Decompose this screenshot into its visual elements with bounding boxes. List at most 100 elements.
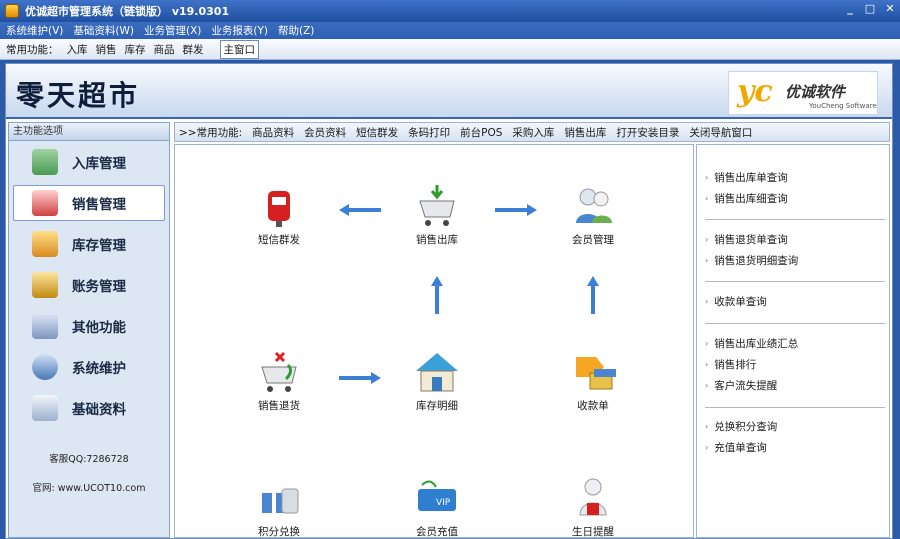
cart-return-icon — [254, 349, 304, 395]
maximize-button[interactable]: □ — [864, 3, 876, 15]
node-label: 积分兑换 — [258, 526, 300, 538]
quick-query-panel: › 销售出库单查询 › 销售出库细查询 › 销售退货单查询 › 销售退货明细查询 › 收款… — [696, 144, 890, 538]
toolbar-label: 常用功能： — [6, 43, 59, 56]
link-points-query[interactable]: › 兑换积分查询 — [697, 416, 889, 437]
store-name: 零天超市 — [16, 79, 141, 112]
link-sales-out-detail-query[interactable]: › 销售出库细查询 — [697, 188, 889, 209]
sidebar-item-accounts[interactable]: 账务管理 — [13, 267, 165, 303]
bullet-icon: › — [705, 297, 709, 306]
node-birthday-reminder[interactable]: 生日提醒 — [553, 475, 633, 539]
website: 官网: www.UCOT10.com — [32, 483, 146, 494]
money-magnifier-icon — [32, 272, 58, 298]
toolbar-sales[interactable]: 销售 — [96, 42, 117, 57]
sidebar-item-label: 账务管理 — [72, 279, 126, 295]
link-label: 销售退货单查询 — [714, 234, 788, 246]
quick-pos[interactable]: 前台POS — [460, 125, 502, 140]
logo-chinese: 优诚软件 — [785, 83, 846, 101]
flow-diagram: 短信群发 销售出库 会员管理 销售退货 库存明细 收款单 积分兑换 VIP 会员… — [174, 144, 694, 538]
sidebar-item-base-data[interactable]: 基础资料 — [13, 390, 165, 426]
sidebar-item-sales[interactable]: 销售管理 — [13, 185, 165, 221]
window-title: 优诚超市管理系统（链锁版） v19.0301 — [25, 5, 230, 18]
node-points-exchange[interactable]: 积分兑换 — [239, 475, 319, 539]
sidebar-item-label: 系统维护 — [72, 361, 126, 377]
link-sales-summary[interactable]: › 销售出库业绩汇总 — [697, 333, 889, 354]
link-recharge-query[interactable]: › 充值单查询 — [697, 437, 889, 458]
quick-close-nav[interactable]: 关闭导航窗口 — [689, 125, 752, 140]
divider — [705, 219, 885, 220]
node-sms-broadcast[interactable]: 短信群发 — [239, 183, 319, 247]
menu-help[interactable]: 帮助(Z) — [278, 23, 314, 38]
person-gift-icon — [568, 475, 618, 521]
link-return-query[interactable]: › 销售退货单查询 — [697, 229, 889, 250]
vip-card-icon: VIP — [412, 475, 462, 521]
link-sales-out-query[interactable]: › 销售出库单查询 — [697, 167, 889, 188]
menu-reports[interactable]: 业务报表(Y) — [211, 23, 268, 38]
gift-box-icon — [254, 475, 304, 521]
sidebar-item-label: 入库管理 — [72, 156, 126, 172]
node-label: 会员充值 — [416, 526, 458, 538]
arrow-up — [431, 276, 443, 314]
node-label: 库存明细 — [416, 400, 458, 412]
quick-open-dir[interactable]: 打开安装目录 — [616, 125, 679, 140]
node-label: 生日提醒 — [572, 526, 614, 538]
toolbar-inventory[interactable]: 库存 — [125, 42, 146, 57]
sidebar-header: 主功能选项 — [9, 123, 169, 141]
toolbar: 常用功能： 入库 销售 库存 商品 群发 主窗口 — [0, 39, 900, 60]
node-member-mgmt[interactable]: 会员管理 — [553, 183, 633, 247]
bullet-icon: › — [705, 381, 709, 390]
sidebar-item-system[interactable]: 系统维护 — [13, 349, 165, 385]
sidebar-item-stock-in[interactable]: 入库管理 — [13, 144, 165, 180]
menu-system[interactable]: 系统维护(V) — [6, 23, 63, 38]
link-customer-churn[interactable]: › 客户流失提醒 — [697, 375, 889, 396]
toolbar-goods[interactable]: 商品 — [154, 42, 175, 57]
bullet-icon: › — [705, 194, 709, 203]
menu-business[interactable]: 业务管理(X) — [144, 23, 201, 38]
sidebar-item-label: 销售管理 — [72, 197, 126, 213]
quick-sales-out[interactable]: 销售出库 — [564, 125, 606, 140]
link-label: 销售排行 — [714, 359, 757, 371]
quick-purchase-in[interactable]: 采购入库 — [512, 125, 554, 140]
sidebar-item-label: 基础资料 — [72, 402, 126, 418]
node-label: 短信群发 — [258, 234, 300, 246]
quick-function-bar: >>常用功能: 商品资料 会员资料 短信群发 条码打印 前台POS 采购入库 销… — [174, 122, 890, 142]
coins-icon — [568, 349, 618, 395]
sidebar-item-inventory[interactable]: 库存管理 — [13, 226, 165, 262]
quick-members[interactable]: 会员资料 — [304, 125, 346, 140]
quick-sms[interactable]: 短信群发 — [356, 125, 398, 140]
quick-barcode[interactable]: 条码打印 — [408, 125, 450, 140]
node-label: 销售出库 — [416, 234, 458, 246]
query-group-returns: › 销售退货单查询 › 销售退货明细查询 — [697, 229, 889, 271]
node-stock-detail[interactable]: 库存明细 — [397, 349, 477, 413]
main-panel: 零天超市 yc 优诚软件 YouCheng Software 主功能选项 入库管… — [5, 63, 893, 539]
node-member-recharge[interactable]: VIP 会员充值 — [397, 475, 477, 539]
divider — [705, 281, 885, 282]
gear-icon — [32, 354, 58, 380]
menu-base-data[interactable]: 基础资料(W) — [73, 23, 134, 38]
bullet-icon: › — [705, 339, 709, 348]
quick-goods[interactable]: 商品资料 — [252, 125, 294, 140]
node-receipt[interactable]: 收款单 — [553, 349, 633, 413]
query-group-performance: › 销售出库业绩汇总 › 销售排行 › 客户流失提醒 — [697, 333, 889, 396]
main-window-tab[interactable]: 主窗口 — [219, 39, 259, 59]
toolbar-broadcast[interactable]: 群发 — [183, 42, 204, 57]
node-sales-out[interactable]: 销售出库 — [397, 183, 477, 247]
node-label: 收款单 — [577, 400, 609, 412]
close-button[interactable]: ✕ — [884, 3, 896, 15]
app-icon — [5, 4, 19, 18]
query-group-sales: › 销售出库单查询 › 销售出库细查询 — [697, 167, 889, 209]
link-return-detail-query[interactable]: › 销售退货明细查询 — [697, 250, 889, 271]
tools-icon — [32, 313, 58, 339]
toolbar-stock-in[interactable]: 入库 — [67, 42, 88, 57]
sidebar-item-other[interactable]: 其他功能 — [13, 308, 165, 344]
minimize-button[interactable]: _ — [844, 3, 856, 15]
node-sales-return[interactable]: 销售退货 — [239, 349, 319, 413]
query-group-members: › 兑换积分查询 › 充值单查询 — [697, 416, 889, 458]
title-bar: 优诚超市管理系统（链锁版） v19.0301 _ □ ✕ — [0, 0, 900, 22]
logo-english: YouCheng Software — [809, 102, 877, 110]
arrow-right — [339, 372, 381, 384]
bullet-icon: › — [705, 173, 709, 182]
banner: 零天超市 yc 优诚软件 YouCheng Software — [6, 64, 892, 119]
shopping-cart-icon — [32, 190, 58, 216]
link-receipt-query[interactable]: › 收款单查询 — [697, 291, 889, 312]
link-sales-ranking[interactable]: › 销售排行 — [697, 354, 889, 375]
